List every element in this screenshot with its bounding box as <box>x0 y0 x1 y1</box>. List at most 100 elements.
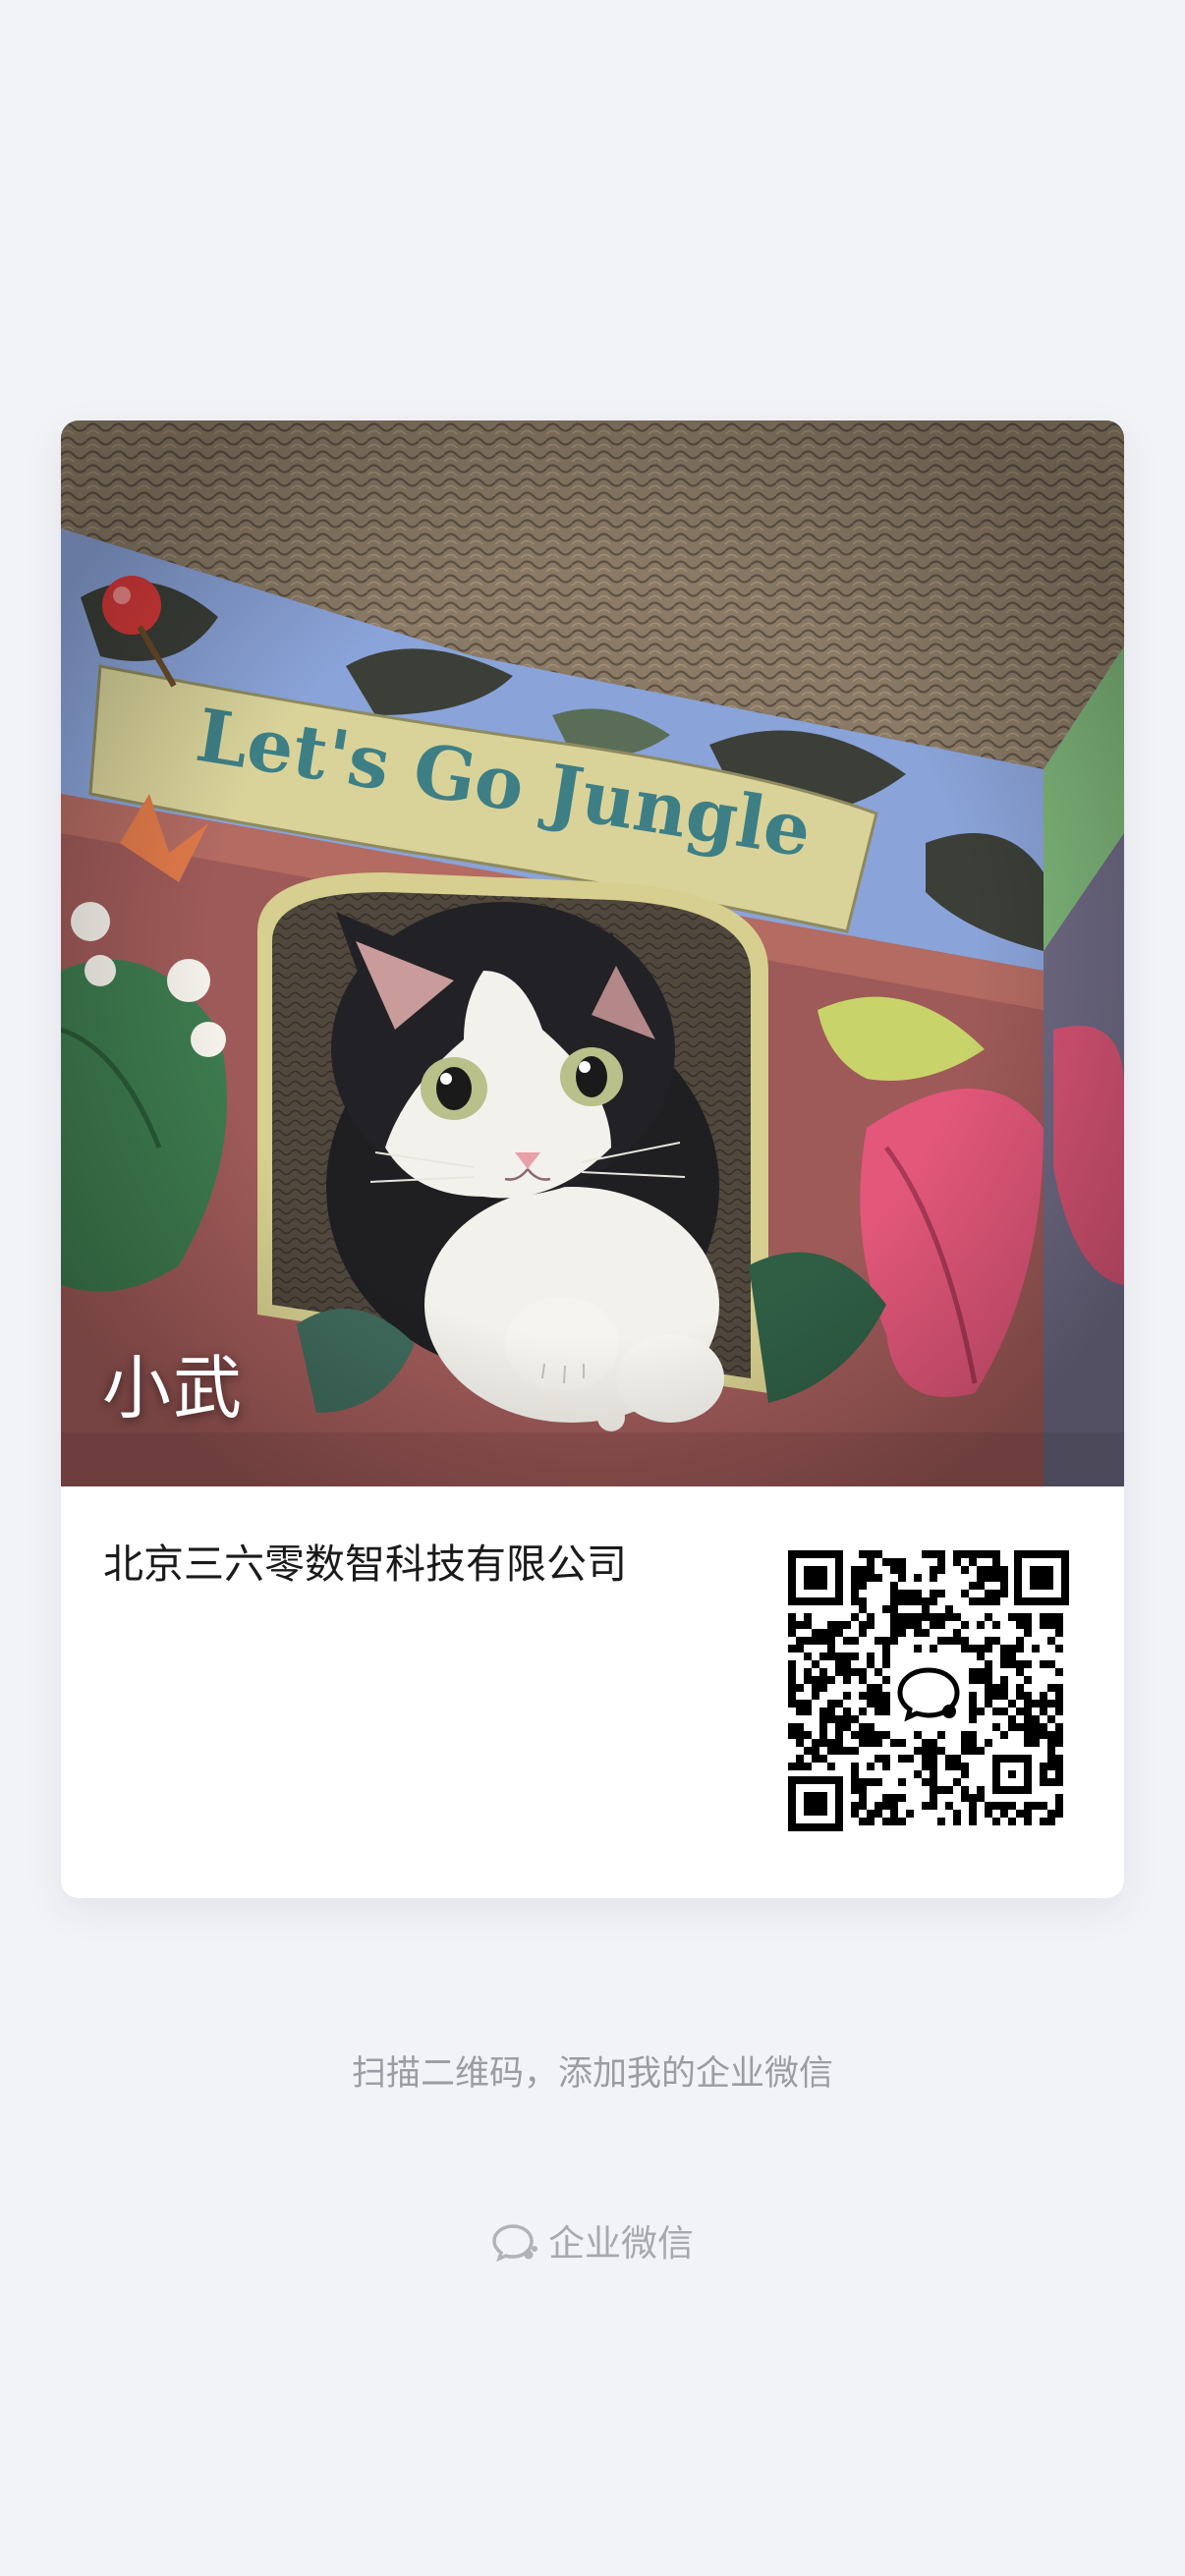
qr-module <box>969 1582 977 1590</box>
qr-module <box>898 1574 906 1582</box>
qr-module <box>985 1566 992 1574</box>
qr-module <box>890 1818 898 1825</box>
qr-module <box>930 1755 937 1763</box>
qr-module <box>945 1786 953 1794</box>
qr-module <box>827 1652 835 1660</box>
qr-module <box>977 1621 985 1629</box>
qr-module <box>875 1684 882 1692</box>
qr-module <box>1032 1731 1040 1739</box>
qr-module <box>1024 1621 1032 1629</box>
qr-module <box>969 1668 977 1676</box>
qr-module <box>930 1786 937 1794</box>
qr-module <box>1055 1739 1063 1747</box>
qr-module <box>985 1802 992 1810</box>
qr-module <box>804 1668 812 1676</box>
qr-module <box>835 1668 843 1676</box>
qr-module <box>1024 1739 1032 1747</box>
qr-module <box>914 1613 922 1621</box>
qr-module <box>882 1558 890 1566</box>
qr-module <box>875 1692 882 1700</box>
qr-module <box>922 1629 930 1637</box>
qr-module <box>867 1778 875 1786</box>
qr-module <box>945 1637 953 1645</box>
qr-module <box>796 1637 804 1645</box>
qr-module <box>835 1660 843 1668</box>
qr-module <box>812 1755 819 1763</box>
qr-module <box>796 1700 804 1708</box>
qr-module <box>1000 1652 1008 1660</box>
qr-module <box>898 1558 906 1566</box>
qr-module <box>1000 1802 1008 1810</box>
qr-module <box>1024 1660 1032 1668</box>
qr-module <box>827 1629 835 1637</box>
qr-module <box>819 1731 827 1739</box>
qr-module <box>812 1692 819 1700</box>
qr-module <box>977 1566 985 1574</box>
qr-module <box>969 1550 977 1558</box>
qr-module <box>788 1660 796 1668</box>
qr-module <box>1047 1755 1055 1763</box>
qr-module <box>859 1621 867 1629</box>
qr-module <box>937 1818 945 1825</box>
qr-module <box>796 1684 804 1692</box>
qr-module <box>875 1810 882 1818</box>
qr-module <box>1032 1739 1040 1747</box>
qr-module <box>875 1550 882 1558</box>
qr-module <box>969 1802 977 1810</box>
qr-code-image <box>788 1550 1069 1831</box>
qr-module <box>953 1755 961 1763</box>
qr-module <box>992 1590 1000 1597</box>
qr-module <box>961 1637 969 1645</box>
qr-module <box>969 1731 977 1739</box>
qr-module <box>985 1660 992 1668</box>
qr-module <box>1000 1810 1008 1818</box>
qr-module <box>914 1731 922 1739</box>
qr-module <box>843 1668 851 1676</box>
qr-module <box>835 1621 843 1629</box>
qr-module <box>992 1637 1000 1645</box>
qr-module <box>1000 1684 1008 1692</box>
qr-module <box>1040 1818 1047 1825</box>
qr-module <box>1047 1684 1055 1692</box>
qr-module <box>788 1700 796 1708</box>
qr-module <box>812 1747 819 1755</box>
qr-module <box>867 1613 875 1621</box>
qr-module <box>819 1637 827 1645</box>
qr-module <box>1024 1708 1032 1715</box>
profile-photo: Let's Go Jungle <box>61 420 1124 1486</box>
qr-module <box>804 1747 812 1755</box>
qr-module <box>922 1613 930 1621</box>
qr-module <box>867 1739 875 1747</box>
qr-module <box>788 1613 796 1621</box>
qr-module <box>898 1590 906 1597</box>
qr-module <box>882 1802 890 1810</box>
qr-module <box>867 1550 875 1558</box>
qr-module <box>835 1739 843 1747</box>
qr-module <box>804 1763 812 1770</box>
qr-module <box>977 1676 985 1684</box>
qr-module <box>875 1778 882 1786</box>
qr-module <box>945 1802 953 1810</box>
qr-module <box>977 1645 985 1652</box>
qr-module <box>930 1778 937 1786</box>
qr-module <box>804 1637 812 1645</box>
qr-module <box>819 1676 827 1684</box>
qr-module <box>1040 1613 1047 1621</box>
qr-module <box>827 1676 835 1684</box>
qr-module <box>867 1621 875 1629</box>
qr-module <box>1024 1676 1032 1684</box>
qr-module <box>859 1550 867 1558</box>
qr-module <box>1055 1684 1063 1692</box>
qr-module <box>937 1747 945 1755</box>
qr-module <box>851 1731 859 1739</box>
qr-module <box>796 1723 804 1731</box>
qr-module <box>953 1810 961 1818</box>
qr-module <box>819 1629 827 1637</box>
qr-module <box>875 1668 882 1676</box>
qr-module <box>898 1739 906 1747</box>
qr-module <box>843 1715 851 1723</box>
qr-module <box>969 1692 977 1700</box>
qr-module <box>1040 1660 1047 1668</box>
qr-module <box>992 1621 1000 1629</box>
qr-module <box>977 1597 985 1605</box>
